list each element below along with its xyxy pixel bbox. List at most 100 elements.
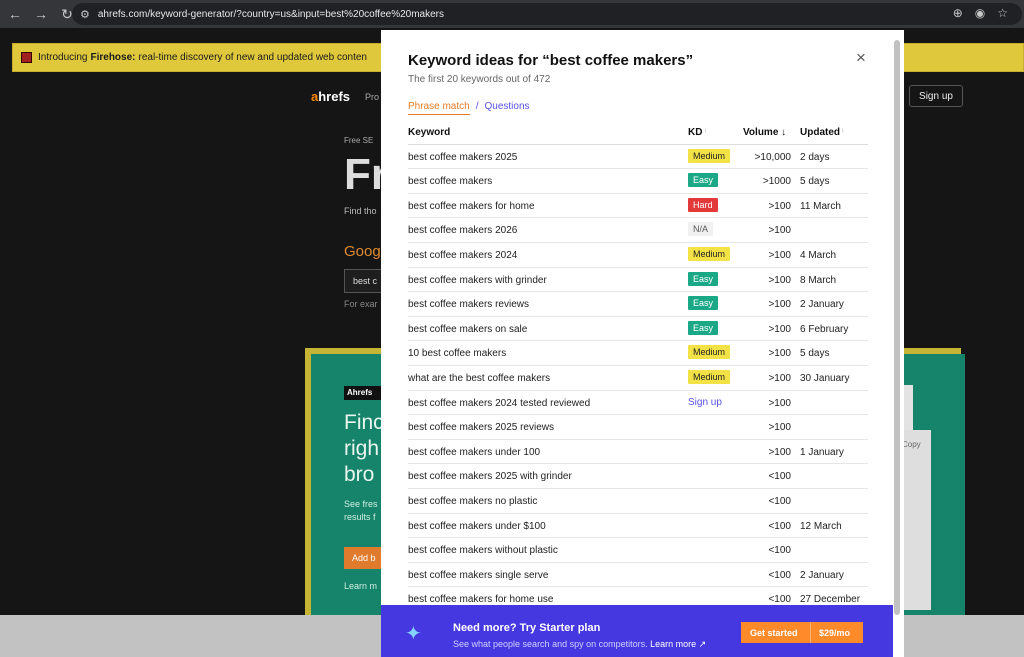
keyword-cell: best coffee makers 2024 [408,249,518,261]
bg-hero-line: Finc [344,411,384,434]
volume-cell: >100 [768,200,791,212]
bg-description: Find tho [344,206,377,216]
header-updated[interactable]: Updated ⁱ [800,127,844,138]
keyword-cell: best coffee makers under 100 [408,446,541,458]
kd-badge: Hard [688,197,718,212]
table-row[interactable]: best coffee makers 2026 N/A >100 [408,218,868,243]
kd-cell: Medium [688,345,731,360]
tab-separator: / [475,101,479,112]
zoom-icon[interactable]: ⊕ [953,6,963,20]
table-row[interactable]: best coffee makers 2024 tested reviewed S… [408,391,868,416]
updated-cell: 5 days [800,348,830,360]
volume-cell: >100 [768,372,791,384]
kd-badge: Medium [688,148,731,163]
volume-cell: >100 [768,299,791,311]
keyword-cell: best coffee makers under $100 [408,520,546,532]
table-row[interactable]: best coffee makers on sale Easy >100 6 Febr… [408,317,868,342]
keyword-cell: best coffee makers 2024 tested reviewed [408,397,591,409]
nav-products[interactable]: Pro [365,92,379,102]
keyword-cell: best coffee makers single serve [408,569,549,581]
bg-example-text: For exar [344,299,378,309]
table-row[interactable]: best coffee makers 2025 Medium >10,000 2 da… [408,145,868,170]
kd-cell: Easy [688,296,719,311]
keyword-cell: best coffee makers with grinder [408,274,547,286]
url-text: ahrefs.com/keyword-generator/?country=us… [97,8,444,20]
logo-rest: hrefs [318,89,351,104]
kd-badge: Medium [688,246,731,261]
keywords-table: Keyword KD ⁱ Volume ↓ Updated ⁱ best coffe… [408,120,868,612]
table-row[interactable]: 10 best coffee makers Medium >100 5 days [408,341,868,366]
bookmark-star-icon[interactable]: ☆ [997,6,1008,20]
table-row[interactable]: best coffee makers without plastic <100 [408,538,868,563]
learn-more-link[interactable]: Learn more ↗ [650,639,706,649]
table-row[interactable]: best coffee makers under $100 <100 12 Marc… [408,514,868,539]
ahrefs-logo[interactable]: ahrefs [311,89,350,104]
keyword-cell: best coffee makers for home use [408,594,554,606]
keyword-cell: best coffee makers 2025 [408,151,518,163]
site-info-icon[interactable]: ⚙ [80,8,90,21]
bg-hero-line: bro [344,463,375,486]
keyword-cell: best coffee makers 2026 [408,225,518,237]
bg-copy-label[interactable]: Copy [902,440,921,449]
table-row[interactable]: best coffee makers single serve <100 2 Jan… [408,563,868,588]
table-row[interactable]: best coffee makers 2024 Medium >100 4 March [408,243,868,268]
kd-cell: Sign up [688,395,722,408]
table-row[interactable]: best coffee makers with grinder Easy >100 8… [408,268,868,293]
table-row[interactable]: best coffee makers for home Hard >100 11 Ma… [408,194,868,219]
table-row[interactable]: best coffee makers under 100 >100 1 Januar… [408,440,868,465]
bg-hero-line: righ [344,437,380,460]
kd-info-icon: ⁱ [704,127,707,137]
kd-badge: Medium [688,369,731,384]
bg-free-label: Free SE [344,136,374,145]
volume-cell: <100 [768,520,791,532]
bg-add-button[interactable]: Add b [344,547,384,569]
keyword-cell: what are the best coffee makers [408,372,551,384]
updated-cell: 12 March [800,520,842,532]
sort-down-icon: ↓ [781,127,787,138]
forward-icon[interactable]: → [30,3,52,25]
announcement-prefix: Introducing [38,52,88,63]
tracking-protection-icon[interactable]: ◉ [975,6,985,20]
bg-see-line: See fres [344,499,378,509]
updated-cell: 8 March [800,274,837,286]
table-row[interactable]: best coffee makers 2025 with grinder <100 [408,464,868,489]
table-row[interactable]: best coffee makers reviews Easy >100 2 Janu… [408,292,868,317]
kd-badge: Easy [688,271,719,286]
volume-cell: <100 [768,471,791,483]
kd-badge: Medium [688,345,731,360]
updated-cell: 1 January [800,446,844,458]
header-volume-label: Volume [743,127,779,138]
keyword-cell: best coffee makers [408,176,493,188]
keyword-cell: best coffee makers 2025 reviews [408,422,555,434]
modal-scrollbar[interactable] [894,40,900,615]
volume-cell: >100 [768,422,791,434]
match-tabs: Phrase match / Questions [408,101,530,115]
volume-cell: <100 [768,569,791,581]
keyword-cell: best coffee makers 2025 with grinder [408,471,572,483]
signup-button[interactable]: Sign up [909,85,963,107]
header-volume[interactable]: Volume ↓ [743,127,796,138]
get-started-button[interactable]: Get started $29/mo [741,622,863,643]
back-icon[interactable]: ← [4,3,26,25]
volume-cell: >10,000 [754,151,791,163]
header-keyword: Keyword [408,127,451,138]
address-bar[interactable]: ⚙ ahrefs.com/keyword-generator/?country=… [72,3,1022,25]
bg-learn-link[interactable]: Learn m [344,581,377,591]
volume-cell: >100 [768,274,791,286]
bg-search-engine-select[interactable]: Goog [344,243,381,260]
keyword-cell: best coffee makers without plastic [408,545,558,557]
tab-phrase-match[interactable]: Phrase match [408,101,470,115]
table-row[interactable]: best coffee makers Easy >1000 5 days [408,169,868,194]
header-kd[interactable]: KD ⁱ [688,127,706,138]
updated-cell: 5 days [800,176,830,188]
kd-badge: Easy [688,320,719,335]
table-row[interactable]: best coffee makers no plastic <100 [408,489,868,514]
kd-signup-link[interactable]: Sign up [688,397,722,408]
table-row[interactable]: what are the best coffee makers Medium >10… [408,366,868,391]
table-row[interactable]: best coffee makers 2025 reviews >100 [408,415,868,440]
tab-questions[interactable]: Questions [484,101,529,115]
updated-cell: 11 March [800,200,841,212]
announcement-bold: Firehose: [90,52,136,63]
close-icon[interactable]: × [852,48,870,67]
volume-cell: >100 [768,323,791,335]
